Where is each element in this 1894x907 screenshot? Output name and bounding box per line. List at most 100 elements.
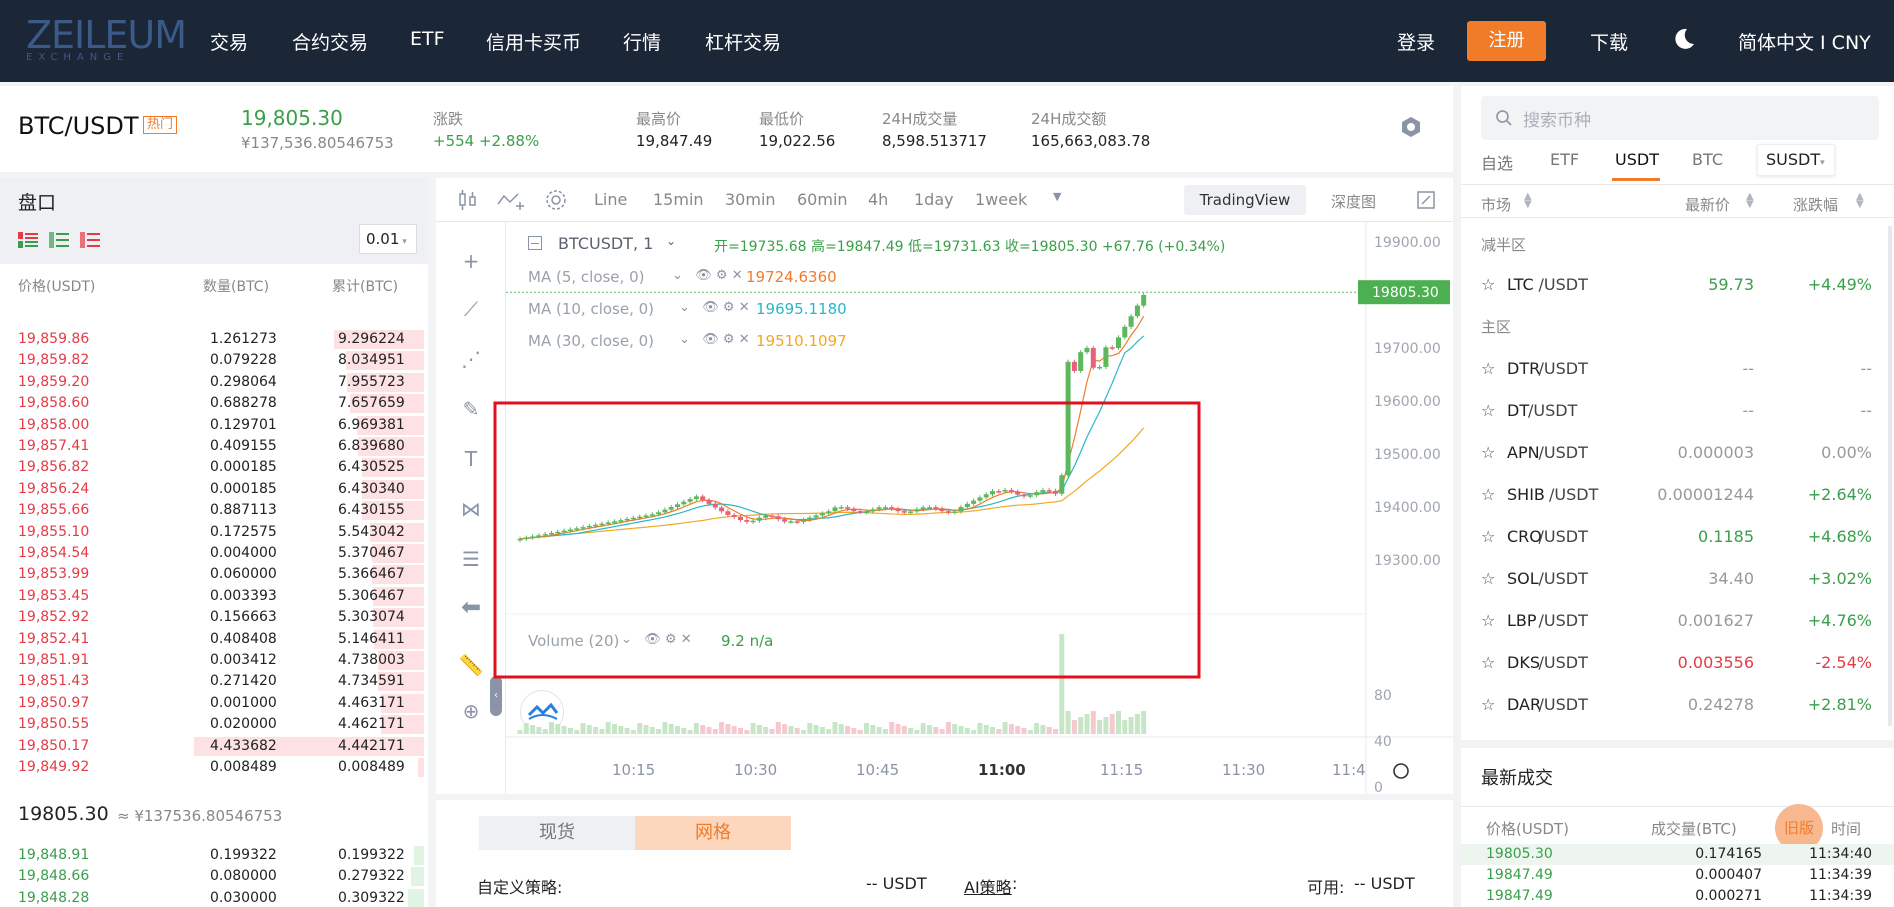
favorite-star-icon[interactable]: ☆: [1481, 401, 1495, 420]
chart-settings-gear-icon[interactable]: [542, 186, 570, 214]
market-row-dt[interactable]: ☆ DT/USDT -- --: [1461, 390, 1894, 432]
interval-1week[interactable]: 1week: [975, 190, 1027, 209]
precision-select[interactable]: 0.01 ▾: [359, 224, 417, 254]
market-row-dtr[interactable]: ☆ DTR/USDT -- --: [1461, 348, 1894, 390]
more-intervals-icon[interactable]: ▼: [1053, 190, 1061, 203]
susdt-dropdown[interactable]: SUSDT▾: [1757, 144, 1835, 176]
ask-row[interactable]: 19,852.92 0.156663 5.303074: [0, 607, 428, 628]
tab-etf[interactable]: ETF: [1550, 150, 1579, 169]
interval-30min[interactable]: 30min: [725, 190, 776, 209]
ask-row[interactable]: 19,853.99 0.060000 5.366467: [0, 564, 428, 585]
ask-row[interactable]: 19,854.54 0.004000 5.370467: [0, 543, 428, 564]
favorite-star-icon[interactable]: ☆: [1481, 695, 1495, 714]
logo[interactable]: ZEILEUM EXCHANGE: [26, 16, 187, 64]
interval-4h[interactable]: 4h: [868, 190, 888, 209]
favorite-star-icon[interactable]: ☆: [1481, 275, 1495, 294]
moon-icon[interactable]: [1670, 26, 1696, 52]
tradingview-tab[interactable]: TradingView: [1184, 185, 1306, 215]
ask-row[interactable]: 19,858.00 0.129701 6.969381: [0, 415, 428, 436]
market-row-ltc[interactable]: ☆ LTC/USDT 59.73 +4.49%: [1461, 264, 1894, 306]
ask-row[interactable]: 19,856.82 0.000185 6.430525: [0, 457, 428, 478]
ask-row[interactable]: 19,851.43 0.271420 4.734591: [0, 671, 428, 692]
market-row-apn[interactable]: ☆ APN/USDT 0.000003 0.00%: [1461, 432, 1894, 474]
indicators-icon[interactable]: [496, 188, 526, 212]
ask-row[interactable]: 19,855.66 0.887113 6.430155: [0, 500, 428, 521]
ask-row[interactable]: 19,850.17 4.433682 4.442171: [0, 736, 428, 757]
market-row-sol[interactable]: ☆ SOL/USDT 34.40 +3.02%: [1461, 558, 1894, 600]
market-scrollbar[interactable]: [1888, 226, 1892, 726]
tab-spot[interactable]: 现货: [479, 816, 635, 850]
tab-btc[interactable]: BTC: [1692, 150, 1723, 169]
ask-row[interactable]: 19,853.45 0.003393 5.306467: [0, 586, 428, 607]
book-view-bids-icon[interactable]: [49, 232, 69, 248]
book-view-asks-icon[interactable]: [80, 232, 100, 248]
ask-row[interactable]: 19,859.82 0.079228 8.034951: [0, 350, 428, 371]
favorite-star-icon[interactable]: ☆: [1481, 737, 1495, 740]
favorite-star-icon[interactable]: ☆: [1481, 611, 1495, 630]
ask-row[interactable]: 19,859.20 0.298064 7.955723: [0, 372, 428, 393]
favorite-star-icon[interactable]: ☆: [1481, 443, 1495, 462]
login-link[interactable]: 登录: [1397, 28, 1435, 55]
ask-row[interactable]: 19,850.97 0.001000 4.463171: [0, 693, 428, 714]
interval-line[interactable]: Line: [594, 190, 627, 209]
nav-item-card-buy[interactable]: 信用卡买币: [486, 28, 581, 55]
favorite-star-icon[interactable]: ☆: [1481, 569, 1495, 588]
ask-row[interactable]: 19,855.10 0.172575 5.543042: [0, 522, 428, 543]
favorite-star-icon[interactable]: ☆: [1481, 485, 1495, 504]
ask-row[interactable]: 19,849.92 0.008489 0.008489: [0, 757, 428, 778]
download-link[interactable]: 下载: [1590, 28, 1628, 55]
bid-row[interactable]: 19,848.66 0.080000 0.279322: [0, 866, 428, 887]
sort-price-icon[interactable]: ▲ ▼: [1746, 192, 1754, 210]
ask-row[interactable]: 19,850.55 0.020000 4.462171: [0, 714, 428, 735]
market-row-shib[interactable]: ☆ SHIB/USDT 0.00001244 +2.64%: [1461, 474, 1894, 516]
market-row-cro[interactable]: ☆ CRO/USDT 0.1185 +4.68%: [1461, 516, 1894, 558]
market-col-change[interactable]: 涨跌幅: [1793, 194, 1838, 215]
nav-item-margin[interactable]: 杠杆交易: [705, 28, 781, 55]
market-row-lbp[interactable]: ☆ LBP/USDT 0.001627 +4.76%: [1461, 600, 1894, 642]
nav-item-trade[interactable]: 交易: [210, 28, 248, 55]
ask-row[interactable]: 19,852.41 0.408408 5.146411: [0, 629, 428, 650]
depth-chart-tab[interactable]: 深度图: [1331, 191, 1376, 212]
interval-1day[interactable]: 1day: [914, 190, 954, 209]
tab-usdt[interactable]: USDT: [1615, 150, 1659, 169]
candle-body: [1097, 366, 1103, 369]
candle-type-icon[interactable]: [456, 188, 480, 212]
sort-market-icon[interactable]: ▲ ▼: [1524, 192, 1532, 210]
tab-grid[interactable]: 网格: [635, 816, 791, 850]
fullscreen-icon[interactable]: [1416, 190, 1436, 210]
ai-strategy-link[interactable]: AI策略: [964, 874, 1012, 898]
candle-body: [1034, 492, 1040, 496]
ask-row[interactable]: 19,856.24 0.000185 6.430340: [0, 479, 428, 500]
volume-bar: [1034, 723, 1040, 734]
ask-row[interactable]: 19,851.91 0.003412 4.738003: [0, 650, 428, 671]
interval-15min[interactable]: 15min: [653, 190, 704, 209]
volume-bar: [870, 725, 876, 734]
interval-60min[interactable]: 60min: [797, 190, 848, 209]
market-search-input[interactable]: 搜索币种: [1523, 106, 1591, 131]
nav-item-markets[interactable]: 行情: [623, 28, 661, 55]
register-button[interactable]: 注册: [1467, 21, 1546, 61]
favorite-star-icon[interactable]: ☆: [1481, 653, 1495, 672]
settings-hex-icon[interactable]: [1400, 116, 1422, 138]
market-row-dar[interactable]: ☆ DAR/USDT 0.24278 +2.81%: [1461, 684, 1894, 726]
market-search-box[interactable]: 搜索币种: [1481, 96, 1879, 140]
bid-row[interactable]: 19,848.28 0.030000 0.309322: [0, 888, 428, 907]
nav-item-etf[interactable]: ETF: [410, 28, 445, 50]
favorite-star-icon[interactable]: ☆: [1481, 359, 1495, 378]
bid-row[interactable]: 19,848.91 0.199322 0.199322: [0, 845, 428, 866]
ask-row[interactable]: 19,858.60 0.688278 7.657659: [0, 393, 428, 414]
sort-change-icon[interactable]: ▲ ▼: [1856, 192, 1864, 210]
tab-favorites[interactable]: 自选: [1481, 150, 1513, 174]
market-col-price[interactable]: 最新价: [1685, 194, 1730, 215]
market-row-movez[interactable]: ☆ MOVEZ/USDT 0.002105 -1.91%: [1461, 726, 1894, 740]
chart-canvas[interactable]: 19900.00 19700.00 19600.00 19500.00 19400.00…: [436, 222, 1453, 794]
market-col-name[interactable]: 市场: [1481, 194, 1511, 215]
language-selector[interactable]: 简体中文 I CNY: [1738, 28, 1871, 55]
ask-row[interactable]: 19,859.86 1.261273 9.296224: [0, 329, 428, 350]
book-view-both-icon[interactable]: [18, 232, 38, 248]
axis-settings-icon[interactable]: [1393, 763, 1409, 779]
ask-row[interactable]: 19,857.41 0.409155 6.839680: [0, 436, 428, 457]
nav-item-futures[interactable]: 合约交易: [292, 28, 368, 55]
favorite-star-icon[interactable]: ☆: [1481, 527, 1495, 546]
market-row-dks[interactable]: ☆ DKS/USDT 0.003556 -2.54%: [1461, 642, 1894, 684]
